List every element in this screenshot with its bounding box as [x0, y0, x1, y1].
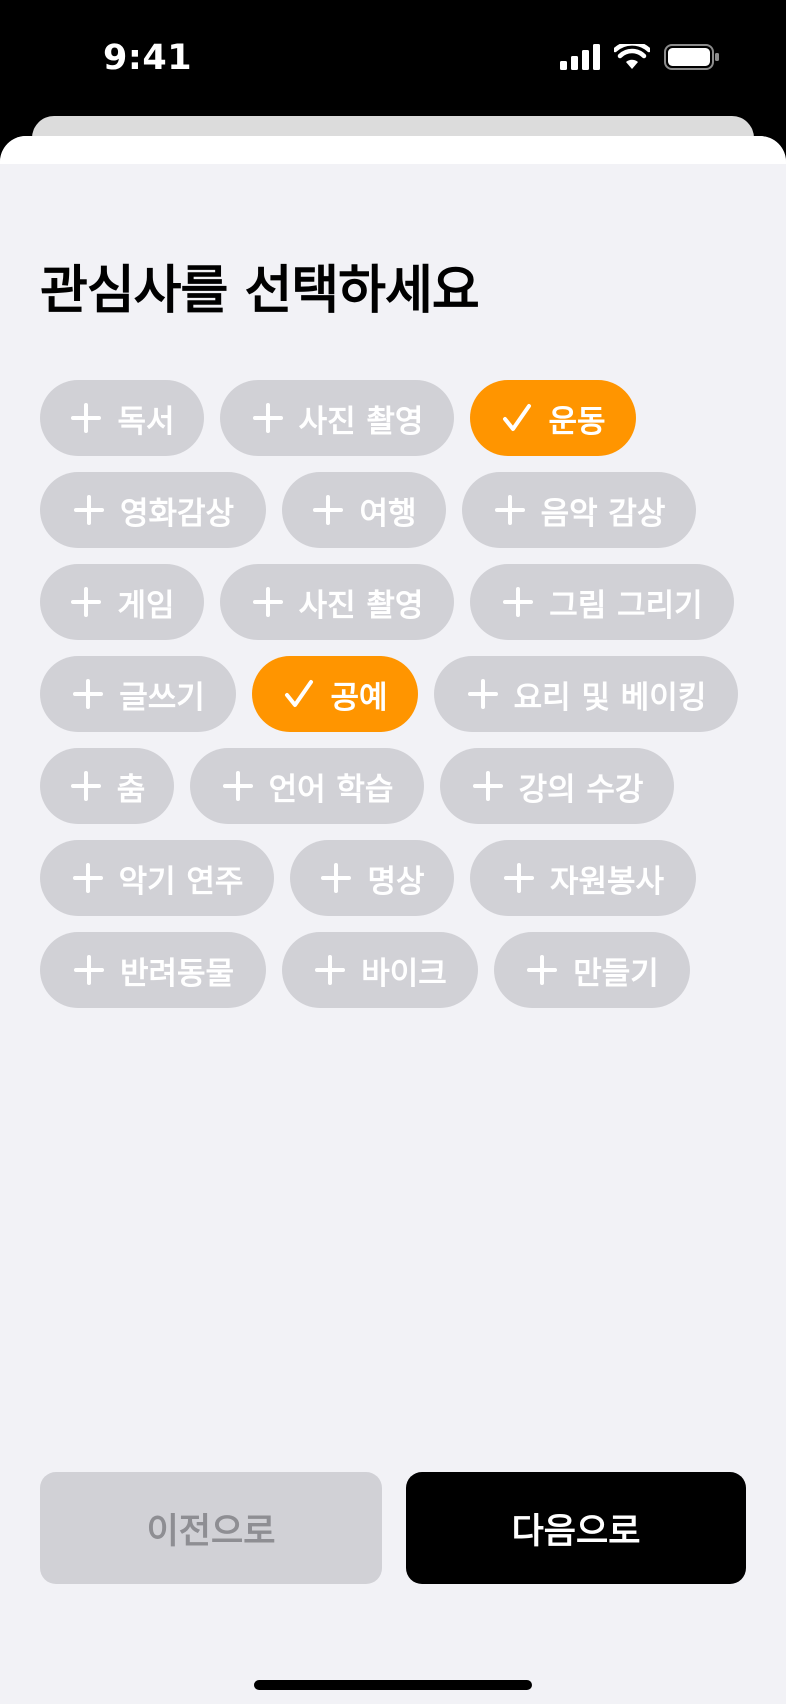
interest-chip-label: 반려동물 [119, 955, 235, 992]
interest-chip[interactable]: 바이크 [282, 932, 478, 1008]
plus-icon [311, 493, 345, 527]
interest-chip[interactable]: 독서 [40, 380, 204, 456]
plus-icon [466, 677, 500, 711]
interest-chip[interactable]: 반려동물 [40, 932, 266, 1008]
plus-icon [493, 493, 527, 527]
interest-chip-label: 영화감상 [119, 495, 235, 532]
interest-chip-label: 독서 [117, 403, 175, 440]
page-title: 관심사를 선택하세요 [40, 261, 480, 321]
interest-chip-list: 독서 사진 촬영 운동 영화감상 여행 음악 감상 게임 사진 촬영 그림 그리기 글쓰기 공예 요리… [40, 380, 760, 1024]
status-icons [560, 41, 720, 74]
interest-chip-label: 그림 그리기 [549, 587, 703, 624]
plus-icon [251, 401, 285, 435]
plus-icon [69, 401, 103, 435]
home-indicator [254, 1680, 532, 1690]
plus-icon [319, 861, 353, 895]
plus-icon [71, 677, 105, 711]
interest-chip[interactable]: 요리 및 베이킹 [434, 656, 738, 732]
plus-icon [313, 953, 347, 987]
interest-chip[interactable]: 글쓰기 [40, 656, 236, 732]
plus-icon [72, 953, 106, 987]
plus-icon [221, 769, 255, 803]
wifi-icon [612, 41, 652, 74]
chip-row: 춤 언어 학습 강의 수강 [40, 748, 760, 824]
next-button[interactable]: 다음으로 [406, 1472, 746, 1584]
previous-button[interactable]: 이전으로 [40, 1472, 382, 1584]
battery-icon [664, 44, 720, 74]
plus-icon [471, 769, 505, 803]
status-time: 9:41 [103, 38, 193, 78]
chip-row: 반려동물 바이크 만들기 [40, 932, 760, 1008]
interest-chip-label: 자원봉사 [549, 863, 665, 900]
interest-chip-label: 게임 [117, 587, 175, 624]
plus-icon [69, 769, 103, 803]
cellular-signal-icon [560, 44, 600, 74]
chip-row: 독서 사진 촬영 운동 [40, 380, 760, 456]
status-bar: 9:41 [0, 0, 786, 118]
interest-chip-label: 바이크 [361, 955, 447, 992]
interest-chip[interactable]: 만들기 [494, 932, 690, 1008]
checkmark-icon [282, 677, 316, 711]
plus-icon [69, 585, 103, 619]
interest-chip-label: 음악 감상 [540, 495, 666, 532]
interest-chip[interactable]: 영화감상 [40, 472, 266, 548]
interest-chip[interactable]: 게임 [40, 564, 204, 640]
interest-chip-selected[interactable]: 운동 [470, 380, 636, 456]
interest-chip-label: 요리 및 베이킹 [513, 679, 707, 716]
plus-icon [502, 861, 536, 895]
interest-chip[interactable]: 명상 [290, 840, 454, 916]
chip-row: 영화감상 여행 음악 감상 [40, 472, 760, 548]
interest-selection-sheet: 관심사를 선택하세요 독서 사진 촬영 운동 영화감상 여행 음악 감상 게임 사진 촬영 그림… [0, 136, 786, 1704]
sheet-top-strip [0, 136, 786, 164]
interest-chip-selected[interactable]: 공예 [252, 656, 418, 732]
interest-chip[interactable]: 춤 [40, 748, 174, 824]
interest-chip-label: 언어 학습 [268, 771, 394, 808]
plus-icon [525, 953, 559, 987]
interest-chip[interactable]: 악기 연주 [40, 840, 274, 916]
chip-row: 게임 사진 촬영 그림 그리기 [40, 564, 760, 640]
interest-chip[interactable]: 여행 [282, 472, 446, 548]
interest-chip-label: 사진 촬영 [298, 403, 424, 440]
chip-row: 글쓰기 공예 요리 및 베이킹 [40, 656, 760, 732]
interest-chip[interactable]: 사진 촬영 [220, 380, 454, 456]
interest-chip[interactable]: 언어 학습 [190, 748, 424, 824]
interest-chip[interactable]: 음악 감상 [462, 472, 696, 548]
interest-chip[interactable]: 사진 촬영 [220, 564, 454, 640]
interest-chip-label: 운동 [548, 403, 606, 440]
interest-chip-label: 만들기 [573, 955, 659, 992]
plus-icon [71, 861, 105, 895]
interest-chip[interactable]: 강의 수강 [440, 748, 674, 824]
interest-chip-label: 춤 [116, 771, 146, 808]
interest-chip-label: 글쓰기 [119, 679, 205, 716]
checkmark-icon [500, 401, 534, 435]
plus-icon [501, 585, 535, 619]
interest-chip-label: 여행 [359, 495, 417, 532]
interest-chip[interactable]: 자원봉사 [470, 840, 696, 916]
interest-chip-label: 공예 [330, 679, 388, 716]
plus-icon [251, 585, 285, 619]
interest-chip[interactable]: 그림 그리기 [470, 564, 734, 640]
chip-row: 악기 연주 명상 자원봉사 [40, 840, 760, 916]
interest-chip-label: 명상 [367, 863, 425, 900]
interest-chip-label: 강의 수강 [518, 771, 644, 808]
plus-icon [72, 493, 106, 527]
interest-chip-label: 악기 연주 [118, 863, 244, 900]
interest-chip-label: 사진 촬영 [298, 587, 424, 624]
